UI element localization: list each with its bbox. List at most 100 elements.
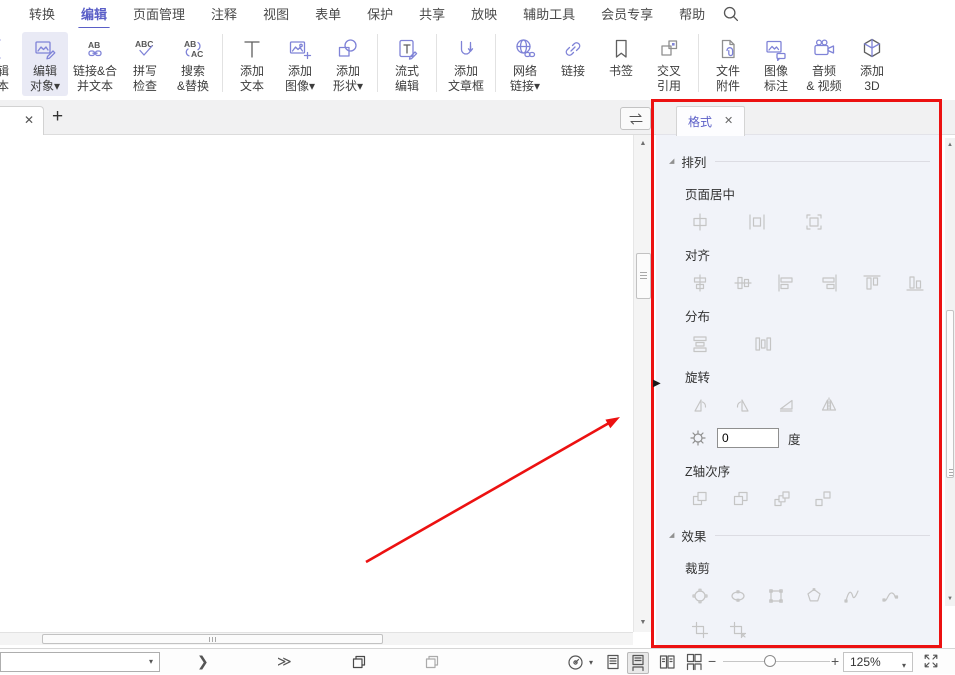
menu-view[interactable]: 视图 <box>250 0 302 30</box>
ribbon-link[interactable]: 链接 <box>550 32 596 81</box>
view-rotate-icon[interactable] <box>566 653 585 672</box>
bring-to-front-icon[interactable] <box>690 489 710 509</box>
snapshot-page-icon[interactable] <box>350 653 368 671</box>
zoom-level-select[interactable]: 125% ▾ <box>843 652 913 672</box>
single-page-view-icon[interactable] <box>604 653 622 671</box>
bring-forward-icon[interactable] <box>772 489 792 509</box>
align-top-icon[interactable] <box>862 273 882 293</box>
facing-continuous-view-icon[interactable] <box>685 653 703 671</box>
menu-share[interactable]: 共享 <box>406 0 458 30</box>
center-horizontal-icon[interactable] <box>690 212 710 232</box>
ribbon-audio-video[interactable]: 音频 & 视频 <box>801 32 847 96</box>
scroll-up-icon[interactable]: ▲ <box>945 138 955 152</box>
document-canvas[interactable] <box>0 135 633 632</box>
ribbon-add-shape[interactable]: 添加 形状▾ <box>325 32 371 96</box>
document-tab[interactable]: ✕ <box>0 106 44 136</box>
flip-vertical-icon[interactable] <box>819 395 839 415</box>
ribbon-bookmark[interactable]: 书签 <box>598 32 644 81</box>
search-icon[interactable] <box>722 5 740 23</box>
menu-help[interactable]: 帮助 <box>666 0 718 30</box>
zoom-slider-knob[interactable] <box>764 655 776 667</box>
menu-comment[interactable]: 注释 <box>198 0 250 30</box>
tab-close-icon[interactable]: ✕ <box>24 114 34 126</box>
ribbon-add-text[interactable]: 添加 文本 <box>229 32 275 96</box>
distribute-vertical-icon[interactable] <box>753 334 773 354</box>
distribute-horizontal-icon[interactable] <box>690 334 710 354</box>
section-arrange[interactable]: ◢ 排列 <box>669 152 932 171</box>
crop-apply-icon[interactable] <box>690 620 710 640</box>
ribbon-cross-reference[interactable]: 交叉 引用 <box>646 32 692 96</box>
ribbon-file-attachment[interactable]: 文件 附件 <box>705 32 751 96</box>
menu-page-management[interactable]: 页面管理 <box>120 0 198 30</box>
chevron-down-icon[interactable]: ▾ <box>149 657 153 666</box>
ribbon-add-image[interactable]: 添加 图像▾ <box>277 32 323 96</box>
panel-collapse-handle[interactable]: ▶ <box>653 379 661 389</box>
ribbon-edit-text[interactable]: 编辑 文本 <box>0 32 20 96</box>
ribbon-search-replace[interactable]: ABAC 搜索 &替换 <box>170 32 216 96</box>
flip-horizontal-icon[interactable] <box>776 395 796 415</box>
scroll-down-icon[interactable]: ▼ <box>634 616 652 630</box>
zoom-out-button[interactable]: − <box>708 650 716 672</box>
scroll-down-icon[interactable]: ▼ <box>945 592 955 606</box>
menu-protect[interactable]: 保护 <box>354 0 406 30</box>
facing-view-icon[interactable] <box>658 653 676 671</box>
ribbon-add-3d[interactable]: 添加 3D <box>849 32 895 96</box>
crop-polygon-icon[interactable] <box>804 586 824 606</box>
rotate-left-icon[interactable] <box>690 395 710 415</box>
last-page-button[interactable]: ≫ <box>277 650 292 672</box>
next-page-button[interactable]: ❯ <box>197 650 209 672</box>
align-vertical-center-icon[interactable] <box>733 273 753 293</box>
chevron-down-icon[interactable]: ▾ <box>589 658 593 667</box>
send-to-back-icon[interactable] <box>731 489 751 509</box>
vertical-scroll-thumb[interactable] <box>636 253 651 299</box>
panel-scroll-thumb[interactable] <box>946 310 954 478</box>
center-both-icon[interactable] <box>804 212 824 232</box>
duplicate-page-icon[interactable] <box>423 653 441 671</box>
menu-accessibility-tools[interactable]: 辅助工具 <box>510 0 588 30</box>
link-icon <box>561 34 585 64</box>
ribbon-edit-object[interactable]: 编辑 对象▾ <box>22 32 68 96</box>
panel-vertical-scrollbar[interactable]: ▲ ▼ <box>945 138 955 606</box>
document-horizontal-scrollbar[interactable] <box>0 632 633 645</box>
crop-rectangle-icon[interactable] <box>766 586 786 606</box>
continuous-view-icon[interactable] <box>627 652 649 674</box>
menu-convert[interactable]: 转换 <box>16 0 68 30</box>
crop-curve-icon[interactable] <box>880 586 900 606</box>
align-horizontal-center-icon[interactable] <box>690 273 710 293</box>
ribbon-flow-edit[interactable]: 流式 编辑 <box>384 32 430 96</box>
section-effects[interactable]: ◢ 效果 <box>669 526 932 545</box>
menu-slideshow[interactable]: 放映 <box>458 0 510 30</box>
align-bottom-icon[interactable] <box>905 273 925 293</box>
page-number-combobox[interactable]: ▾ <box>0 652 160 672</box>
align-left-icon[interactable] <box>776 273 796 293</box>
rotate-gear-icon[interactable] <box>688 428 708 448</box>
document-vertical-scrollbar[interactable]: ▲ ▼ <box>633 135 652 632</box>
format-tab-close-icon[interactable]: ✕ <box>724 116 733 127</box>
crop-ellipse-icon[interactable] <box>728 586 748 606</box>
ribbon-web-link[interactable]: 网络 链接▾ <box>502 32 548 96</box>
fullscreen-expand-icon[interactable] <box>922 652 940 670</box>
rotate-angle-input[interactable] <box>717 428 779 448</box>
zoom-in-button[interactable]: + <box>831 650 839 672</box>
menu-edit[interactable]: 编辑 <box>68 0 120 30</box>
center-vertical-icon[interactable] <box>747 212 767 232</box>
horizontal-scroll-thumb[interactable] <box>42 634 383 644</box>
chevron-down-icon[interactable]: ▾ <box>902 657 906 675</box>
crop-circle-icon[interactable] <box>690 586 710 606</box>
menu-member-exclusive[interactable]: 会员专享 <box>588 0 666 30</box>
ribbon-image-callout[interactable]: 图像 标注 <box>753 32 799 96</box>
menu-form[interactable]: 表单 <box>302 0 354 30</box>
rotate-right-icon[interactable] <box>733 395 753 415</box>
new-tab-button[interactable]: + <box>48 103 67 130</box>
send-backward-icon[interactable] <box>813 489 833 509</box>
panel-toggle-button[interactable] <box>620 107 651 130</box>
ribbon-spell-check[interactable]: ABC 拼写 检查 <box>122 32 168 96</box>
ribbon-link-merge-text[interactable]: AB 链接&合 并文本 <box>70 32 120 96</box>
crop-lasso-icon[interactable] <box>842 586 862 606</box>
zoom-slider-track[interactable] <box>723 661 830 662</box>
format-tab[interactable]: 格式 ✕ <box>676 106 745 136</box>
scroll-up-icon[interactable]: ▲ <box>634 137 652 151</box>
align-right-icon[interactable] <box>819 273 839 293</box>
crop-remove-icon[interactable] <box>728 620 748 640</box>
ribbon-add-article-box[interactable]: 添加 文章框 <box>443 32 489 96</box>
